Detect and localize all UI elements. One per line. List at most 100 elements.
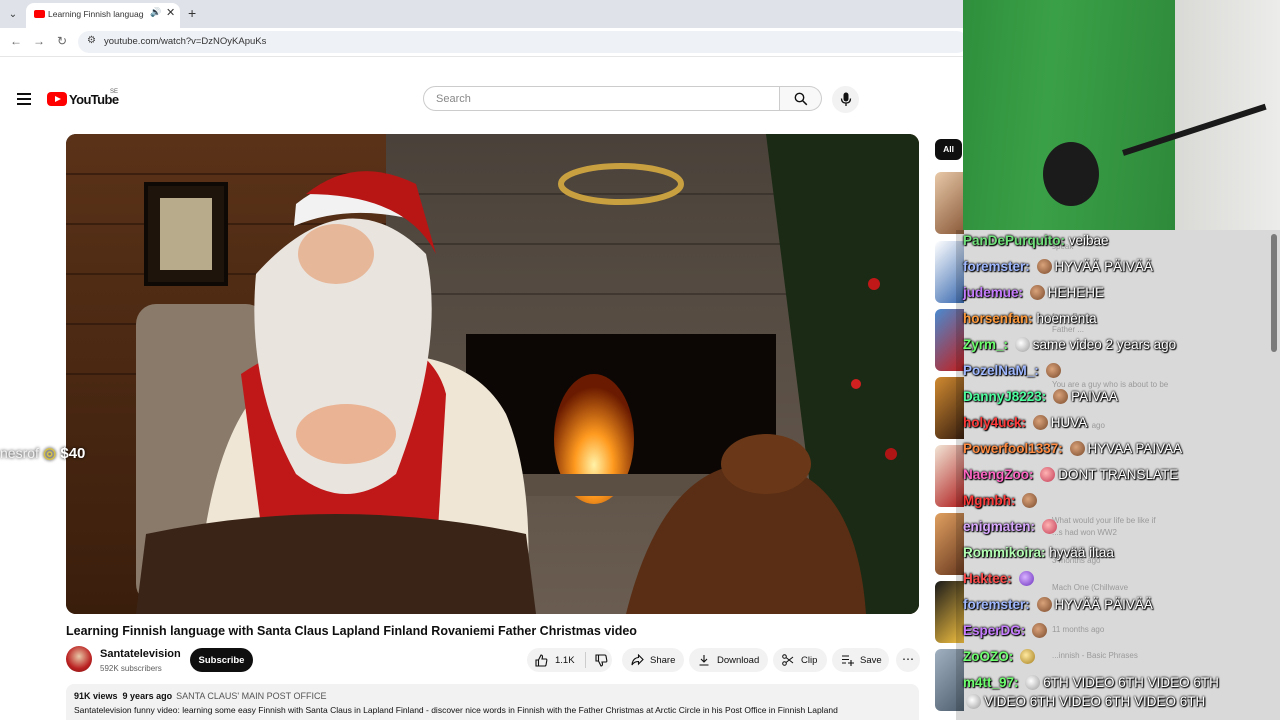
- guide-menu-icon[interactable]: [17, 93, 31, 105]
- description-tag[interactable]: SANTA CLAUS' MAIN POST OFFICE: [176, 691, 326, 701]
- chat-username: m4tt_97:: [963, 675, 1019, 690]
- chat-text: HYVAA PAIVAA: [1087, 441, 1183, 456]
- sidebar-scrollbar[interactable]: [1271, 234, 1277, 352]
- chat-emote-icon: [1020, 649, 1036, 664]
- chat-username: foremster:: [963, 259, 1030, 274]
- chat-message: m4tt_97: 6TH VIDEO 6TH VIDEO 6TH: [963, 675, 1219, 690]
- superchat-name: nesrof: [0, 445, 39, 461]
- add-to-playlist-icon: [842, 655, 854, 666]
- reload-icon[interactable]: ↻: [57, 34, 67, 48]
- chat-username: Haktee:: [963, 571, 1012, 586]
- chat-username: enigmaten:: [963, 519, 1036, 534]
- site-settings-icon[interactable]: ⚙: [87, 35, 96, 46]
- chat-emote-icon: [1014, 337, 1030, 352]
- tab-close-icon[interactable]: ✕: [166, 6, 175, 19]
- chat-emote-icon: [1022, 493, 1038, 508]
- recommendation-text[interactable]: What would your life be like if: [1052, 516, 1156, 525]
- voice-search-button[interactable]: [832, 86, 859, 113]
- clip-button[interactable]: Clip: [773, 648, 827, 672]
- download-icon: [699, 655, 709, 666]
- chat-emote-icon: [1036, 259, 1052, 274]
- recommendation-text[interactable]: ...innish - Basic Phrases: [1052, 651, 1138, 660]
- video-frame-santa-fireplace: [66, 134, 919, 614]
- chat-emote-icon: [1053, 389, 1069, 404]
- pop-filter: [1043, 142, 1099, 206]
- youtube-logo[interactable]: YouTube: [47, 92, 119, 107]
- chat-text: 6TH VIDEO 6TH VIDEO 6TH: [1043, 675, 1219, 690]
- chat-username: PozelNaM_:: [963, 363, 1039, 378]
- chat-emote-icon: [1069, 441, 1085, 456]
- search-input[interactable]: [434, 92, 768, 106]
- browser-tab[interactable]: Learning Finnish language 🔊 ✕: [26, 3, 180, 28]
- recommendation-text[interactable]: Mach One (Chillwave: [1052, 583, 1128, 592]
- tab-title: Learning Finnish language: [48, 9, 144, 19]
- channel-name[interactable]: Santatelevision: [100, 648, 181, 660]
- chat-emote-icon: [1045, 363, 1061, 378]
- coin-icon: ◎: [43, 445, 57, 462]
- chat-username: Powerfool1337:: [963, 441, 1063, 456]
- search-box: [423, 86, 780, 111]
- chat-message: enigmaten:: [963, 519, 1060, 534]
- chat-username: judemue:: [963, 285, 1024, 300]
- chat-text: PAIVAA: [1071, 389, 1118, 404]
- save-button[interactable]: Save: [832, 648, 889, 672]
- chat-message: Mgmbh:: [963, 493, 1040, 508]
- chip-all[interactable]: All: [935, 139, 962, 160]
- webcam-overlay: [963, 0, 1280, 230]
- chat-text: DONT TRANSLATE: [1058, 467, 1179, 482]
- download-button[interactable]: Download: [689, 648, 768, 672]
- thumbs-up-icon: [535, 653, 548, 667]
- chat-username: PanDePurquito:: [963, 233, 1066, 248]
- chat-message: holy4uck: HUVA: [963, 415, 1087, 430]
- chat-text: HYVÄÄ PÄIVÄÄ: [1054, 597, 1153, 612]
- subscribe-button[interactable]: Subscribe: [190, 648, 253, 672]
- search-button[interactable]: [780, 86, 822, 111]
- browser-tab-bar: ⌄ Learning Finnish language 🔊 ✕ +: [0, 0, 963, 28]
- forward-icon[interactable]: →: [33, 34, 45, 48]
- chat-text: same video 2 years ago: [1032, 337, 1177, 352]
- share-button[interactable]: Share: [622, 648, 684, 672]
- video-meta: 91K views 9 years ago SANTA CLAUS' MAIN P…: [74, 691, 327, 701]
- chat-text: HYVÄÄ PÄIVÄÄ: [1054, 259, 1153, 274]
- chat-username: horsenfan:: [963, 311, 1033, 326]
- chat-message: Haktee:: [963, 571, 1037, 586]
- more-actions-icon[interactable]: ⋯: [896, 648, 920, 672]
- recommended-thumbnail[interactable]: [935, 172, 964, 234]
- chat-message: DannyJ8223: PAIVAA: [963, 389, 1118, 404]
- search-icon: [794, 92, 808, 106]
- chat-username: Mgmbh:: [963, 493, 1016, 508]
- description-text: Santatelevision funny video: learning so…: [74, 705, 838, 715]
- channel-avatar[interactable]: [66, 646, 92, 672]
- chat-text: veibae: [1068, 233, 1109, 248]
- recommendation-text[interactable]: You are a guy who is about to be: [1052, 380, 1168, 389]
- description-box[interactable]: 91K views 9 years ago SANTA CLAUS' MAIN P…: [66, 684, 919, 720]
- chat-message: Powerfool1337: HYVAA PAIVAA: [963, 441, 1182, 456]
- video-player[interactable]: [66, 134, 919, 614]
- new-tab-icon[interactable]: +: [188, 5, 196, 21]
- recommendation-text[interactable]: 11 months ago: [1052, 625, 1104, 634]
- like-dislike-divider: [584, 652, 586, 668]
- share-icon: [631, 654, 644, 666]
- chat-emote-icon: [1032, 623, 1048, 638]
- recommendation-text[interactable]: ...s had won WW2: [1052, 528, 1117, 537]
- chat-text: HUVA: [1050, 415, 1088, 430]
- tab-audio-icon[interactable]: 🔊: [150, 7, 161, 18]
- view-count: 91K views: [74, 691, 118, 701]
- chat-username: holy4uck:: [963, 415, 1027, 430]
- thumbs-down-icon[interactable]: [594, 653, 608, 667]
- microphone-icon: [840, 92, 851, 106]
- chat-username: Zyrm_:: [963, 337, 1009, 352]
- recommendation-text[interactable]: Father ...: [1052, 325, 1084, 334]
- chat-message: ZoOZO:: [963, 649, 1038, 664]
- chat-text: hoementa: [1036, 311, 1097, 326]
- browser-toolbar: ← → ↻ ⚙ youtube.com/watch?v=DzNOyKApuKs: [0, 28, 968, 57]
- chat-message: VIDEO 6TH VIDEO 6TH VIDEO 6TH: [963, 694, 1205, 709]
- like-button[interactable]: 1.1K: [527, 648, 612, 672]
- address-url: youtube.com/watch?v=DzNOyKApuKs: [104, 36, 267, 47]
- chat-username: ZoOZO:: [963, 649, 1014, 664]
- chat-emote-icon: [1018, 571, 1034, 586]
- back-icon[interactable]: ←: [10, 34, 22, 48]
- chat-message: NaengZoo: DONT TRANSLATE: [963, 467, 1178, 482]
- tab-search-chevron-icon[interactable]: ⌄: [4, 5, 22, 23]
- address-bar[interactable]: ⚙ youtube.com/watch?v=DzNOyKApuKs: [78, 31, 968, 53]
